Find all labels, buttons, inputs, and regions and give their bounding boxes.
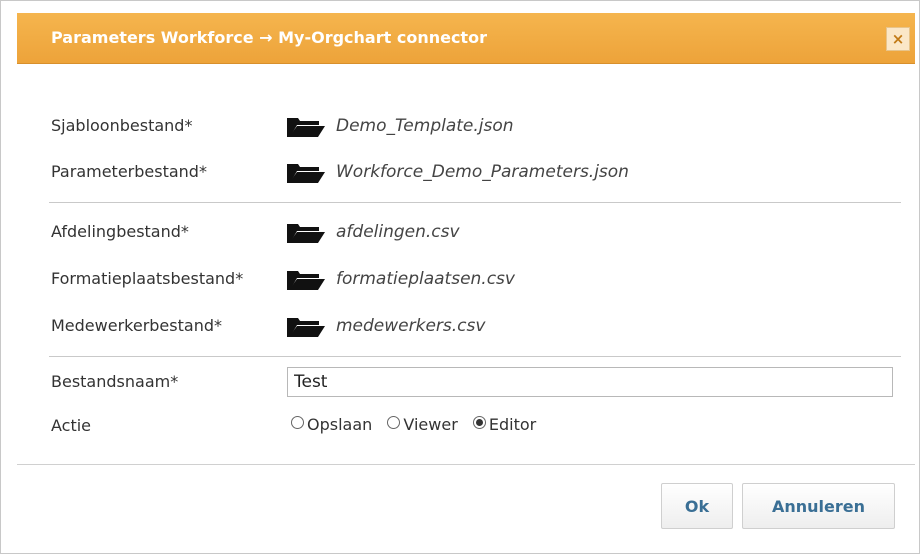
afdeling-label: Afdelingbestand* bbox=[51, 222, 189, 241]
afdeling-filename: afdelingen.csv bbox=[336, 222, 460, 242]
close-button[interactable]: × bbox=[886, 27, 910, 51]
dialog-title: Parameters Workforce → My-Orgchart conne… bbox=[51, 28, 487, 47]
medewerker-filename: medewerkers.csv bbox=[336, 316, 486, 336]
bestandsnaam-label: Bestandsnaam* bbox=[51, 372, 179, 391]
section-divider bbox=[49, 356, 901, 357]
folder-icon bbox=[287, 164, 325, 183]
parameter-filename: Workforce_Demo_Parameters.json bbox=[336, 162, 629, 182]
section-divider bbox=[49, 202, 901, 203]
folder-icon bbox=[287, 318, 325, 337]
folder-icon bbox=[287, 271, 325, 290]
medewerker-label: Medewerkerbestand* bbox=[51, 316, 222, 335]
actie-row: Actie Opslaan Viewer Editor bbox=[51, 411, 901, 441]
file-row-parameter: Parameterbestand* Workforce_Demo_Paramet… bbox=[51, 157, 901, 187]
cancel-button[interactable]: Annuleren bbox=[742, 483, 895, 529]
file-row-formatieplaats: Formatieplaatsbestand* formatieplaatsen.… bbox=[51, 264, 901, 294]
bestandsnaam-input[interactable] bbox=[287, 367, 893, 397]
file-row-sjabloon: Sjabloonbestand* Demo_Template.json bbox=[51, 111, 901, 141]
radio-label-viewer: Viewer bbox=[403, 415, 458, 434]
footer-divider bbox=[17, 464, 915, 465]
radio-label-editor: Editor bbox=[488, 415, 537, 434]
parameter-label: Parameterbestand* bbox=[51, 162, 207, 181]
sjabloon-filename: Demo_Template.json bbox=[336, 116, 514, 136]
ok-button[interactable]: Ok bbox=[661, 483, 733, 529]
radio-opslaan[interactable]: Opslaan bbox=[291, 414, 372, 434]
radio-editor[interactable]: Editor bbox=[472, 414, 537, 434]
close-icon: × bbox=[891, 30, 905, 48]
actie-label: Actie bbox=[51, 416, 92, 435]
bestandsnaam-row: Bestandsnaam* bbox=[51, 367, 901, 397]
folder-icon bbox=[287, 224, 325, 243]
folder-icon bbox=[287, 118, 325, 137]
sjabloon-label: Sjabloonbestand* bbox=[51, 116, 193, 135]
dialog: Parameters Workforce → My-Orgchart conne… bbox=[0, 0, 920, 554]
radio-circle-editor[interactable] bbox=[472, 416, 486, 429]
actie-radio-group: Opslaan Viewer Editor bbox=[291, 414, 546, 434]
file-row-afdeling: Afdelingbestand* afdelingen.csv bbox=[51, 217, 901, 247]
file-row-medewerker: Medewerkerbestand* medewerkers.csv bbox=[51, 311, 901, 341]
radio-viewer[interactable]: Viewer bbox=[387, 414, 458, 434]
formatieplaats-label: Formatieplaatsbestand* bbox=[51, 269, 244, 288]
radio-label-opslaan: Opslaan bbox=[307, 415, 373, 434]
radio-circle-viewer[interactable] bbox=[387, 416, 401, 429]
dialog-titlebar: Parameters Workforce → My-Orgchart conne… bbox=[17, 13, 915, 64]
formatieplaats-filename: formatieplaatsen.csv bbox=[336, 269, 515, 289]
radio-circle-opslaan[interactable] bbox=[291, 416, 304, 429]
